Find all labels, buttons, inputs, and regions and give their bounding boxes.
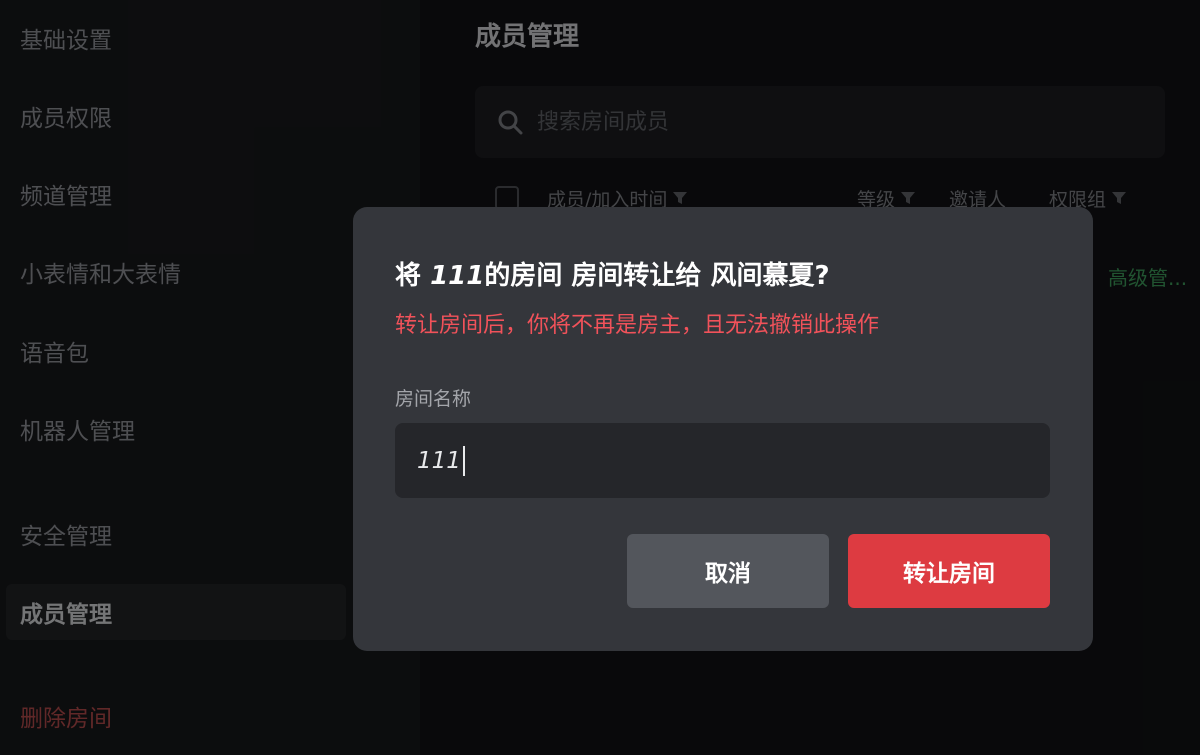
text-caret xyxy=(462,445,465,476)
dialog-title-prefix: 将 xyxy=(395,261,431,291)
room-name-label: 房间名称 xyxy=(395,388,472,410)
room-name-input-value: 111 xyxy=(417,447,461,474)
dialog-title-suffix: 的房间 房间转让给 风间慕夏? xyxy=(484,261,830,291)
app-window: 基础设置 成员权限 频道管理 小表情和大表情 语音包 机器人管理 安全管理 成员… xyxy=(0,0,1200,755)
transfer-room-dialog: 将 111的房间 房间转让给 风间慕夏? 转让房间后，你将不再是房主，且无法撤销… xyxy=(353,207,1093,651)
transfer-room-button[interactable]: 转让房间 xyxy=(848,534,1050,608)
room-name-input[interactable]: 111 xyxy=(395,423,1050,498)
cancel-button[interactable]: 取消 xyxy=(627,534,829,608)
dialog-title-room-name: 111 xyxy=(430,261,485,291)
dialog-title: 将 111的房间 房间转让给 风间慕夏? xyxy=(395,255,830,292)
dialog-warning-text: 转让房间后，你将不再是房主，且无法撤销此操作 xyxy=(395,313,880,338)
